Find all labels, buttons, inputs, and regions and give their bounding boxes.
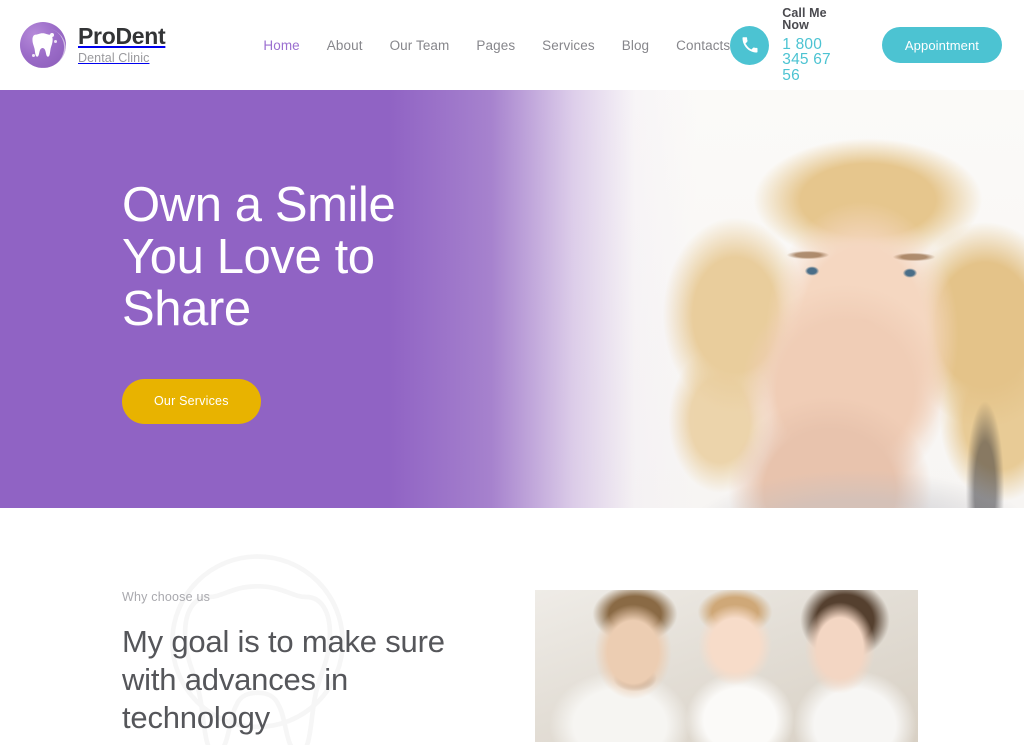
call-text: Call Me Now 1 800 345 67 56 bbox=[782, 7, 844, 84]
logo-sparkle-icon bbox=[32, 54, 35, 57]
nav-item-our-team[interactable]: Our Team bbox=[390, 38, 450, 53]
brand-tagline: Dental Clinic bbox=[78, 51, 150, 66]
brand-logo[interactable]: ProDent Dental Clinic bbox=[20, 22, 166, 68]
call-label: Call Me Now bbox=[782, 5, 827, 33]
brand-text: ProDent Dental Clinic bbox=[78, 23, 166, 66]
section-title: My goal is to make sure with advances in… bbox=[122, 624, 445, 735]
main-navigation: Home About Our Team Pages Services Blog … bbox=[263, 38, 730, 53]
header-actions: Call Me Now 1 800 345 67 56 Appointment bbox=[730, 7, 1002, 84]
logo-sparkle-icon bbox=[50, 33, 54, 37]
nav-item-contacts[interactable]: Contacts bbox=[676, 38, 730, 53]
logo-swoosh bbox=[20, 22, 66, 68]
our-services-button[interactable]: Our Services bbox=[122, 378, 261, 424]
nav-item-pages[interactable]: Pages bbox=[476, 38, 515, 53]
phone-number[interactable]: 1 800 345 67 56 bbox=[782, 37, 844, 84]
why-choose-us-copy: Why choose us My goal is to make sure wi… bbox=[122, 590, 497, 742]
family-photo bbox=[535, 590, 918, 742]
phone-icon bbox=[730, 25, 770, 65]
logo-sparkle-icon bbox=[54, 40, 57, 43]
tooth-logo-icon bbox=[20, 22, 66, 68]
nav-item-services[interactable]: Services bbox=[542, 38, 595, 53]
appointment-button[interactable]: Appointment bbox=[881, 27, 1002, 63]
nav-item-about[interactable]: About bbox=[327, 38, 363, 53]
call-me-now-block[interactable]: Call Me Now 1 800 345 67 56 bbox=[730, 7, 844, 84]
brand-name: ProDent bbox=[78, 23, 166, 50]
section-eyebrow: Why choose us bbox=[122, 590, 211, 604]
nav-item-home[interactable]: Home bbox=[263, 38, 299, 53]
why-choose-us-grid: Why choose us My goal is to make sure wi… bbox=[0, 590, 1024, 742]
hero-title: Own a Smile You Love to Share bbox=[122, 178, 396, 336]
why-choose-us-section: Why choose us My goal is to make sure wi… bbox=[0, 508, 1024, 745]
hero-banner: Own a Smile You Love to Share Our Servic… bbox=[0, 90, 1024, 508]
hero-content: Own a Smile You Love to Share Our Servic… bbox=[0, 90, 1024, 508]
nav-item-blog[interactable]: Blog bbox=[622, 38, 649, 53]
site-header: ProDent Dental Clinic Home About Our Tea… bbox=[0, 0, 1024, 90]
